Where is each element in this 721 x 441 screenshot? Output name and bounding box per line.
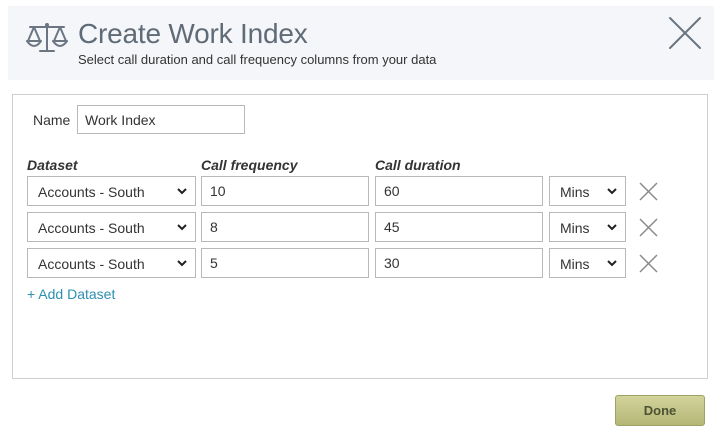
duration-unit-select[interactable]: Mins	[549, 212, 626, 242]
close-icon	[669, 17, 701, 49]
dataset-row: Accounts - South Mins	[13, 248, 709, 278]
dataset-select-value: Accounts - South	[38, 256, 145, 272]
dataset-row: Accounts - South Mins	[13, 212, 709, 242]
duration-unit-value: Mins	[560, 220, 590, 236]
frequency-column-header: Call frequency	[201, 157, 298, 173]
dialog-subtitle: Select call duration and call frequency …	[78, 52, 437, 67]
call-duration-input[interactable]	[375, 212, 543, 242]
close-icon	[639, 182, 658, 201]
dataset-select[interactable]: Accounts - South	[27, 176, 196, 206]
duration-unit-select[interactable]: Mins	[549, 176, 626, 206]
dataset-select-value: Accounts - South	[38, 220, 145, 236]
add-dataset-link[interactable]: + Add Dataset	[27, 286, 115, 302]
duration-unit-value: Mins	[560, 184, 590, 200]
dataset-select[interactable]: Accounts - South	[27, 212, 196, 242]
call-duration-input[interactable]	[375, 248, 543, 278]
remove-row-button[interactable]	[639, 182, 658, 201]
close-icon	[639, 218, 658, 237]
remove-row-button[interactable]	[639, 218, 658, 237]
dialog-title: Create Work Index	[78, 18, 308, 49]
call-frequency-input[interactable]	[201, 176, 369, 206]
name-label: Name	[33, 112, 71, 128]
chevron-down-icon	[607, 188, 617, 195]
dataset-select-value: Accounts - South	[38, 184, 145, 200]
dataset-column-header: Dataset	[27, 157, 78, 173]
dataset-row: Accounts - South Mins	[13, 176, 709, 206]
name-input[interactable]	[77, 105, 245, 134]
close-button[interactable]	[668, 16, 702, 50]
scale-icon	[26, 23, 68, 52]
chevron-down-icon	[177, 188, 187, 195]
call-frequency-input[interactable]	[201, 248, 369, 278]
work-index-form: Name Dataset Call frequency Call duratio…	[12, 94, 708, 379]
duration-column-header: Call duration	[375, 157, 461, 173]
dataset-select[interactable]: Accounts - South	[27, 248, 196, 278]
call-duration-input[interactable]	[375, 176, 543, 206]
chevron-down-icon	[607, 260, 617, 267]
chevron-down-icon	[607, 224, 617, 231]
close-icon	[639, 254, 658, 273]
chevron-down-icon	[177, 224, 187, 231]
chevron-down-icon	[177, 260, 187, 267]
dialog-header: Create Work Index Select call duration a…	[8, 6, 714, 80]
done-button[interactable]: Done	[615, 395, 705, 426]
duration-unit-value: Mins	[560, 256, 590, 272]
duration-unit-select[interactable]: Mins	[549, 248, 626, 278]
call-frequency-input[interactable]	[201, 212, 369, 242]
remove-row-button[interactable]	[639, 254, 658, 273]
